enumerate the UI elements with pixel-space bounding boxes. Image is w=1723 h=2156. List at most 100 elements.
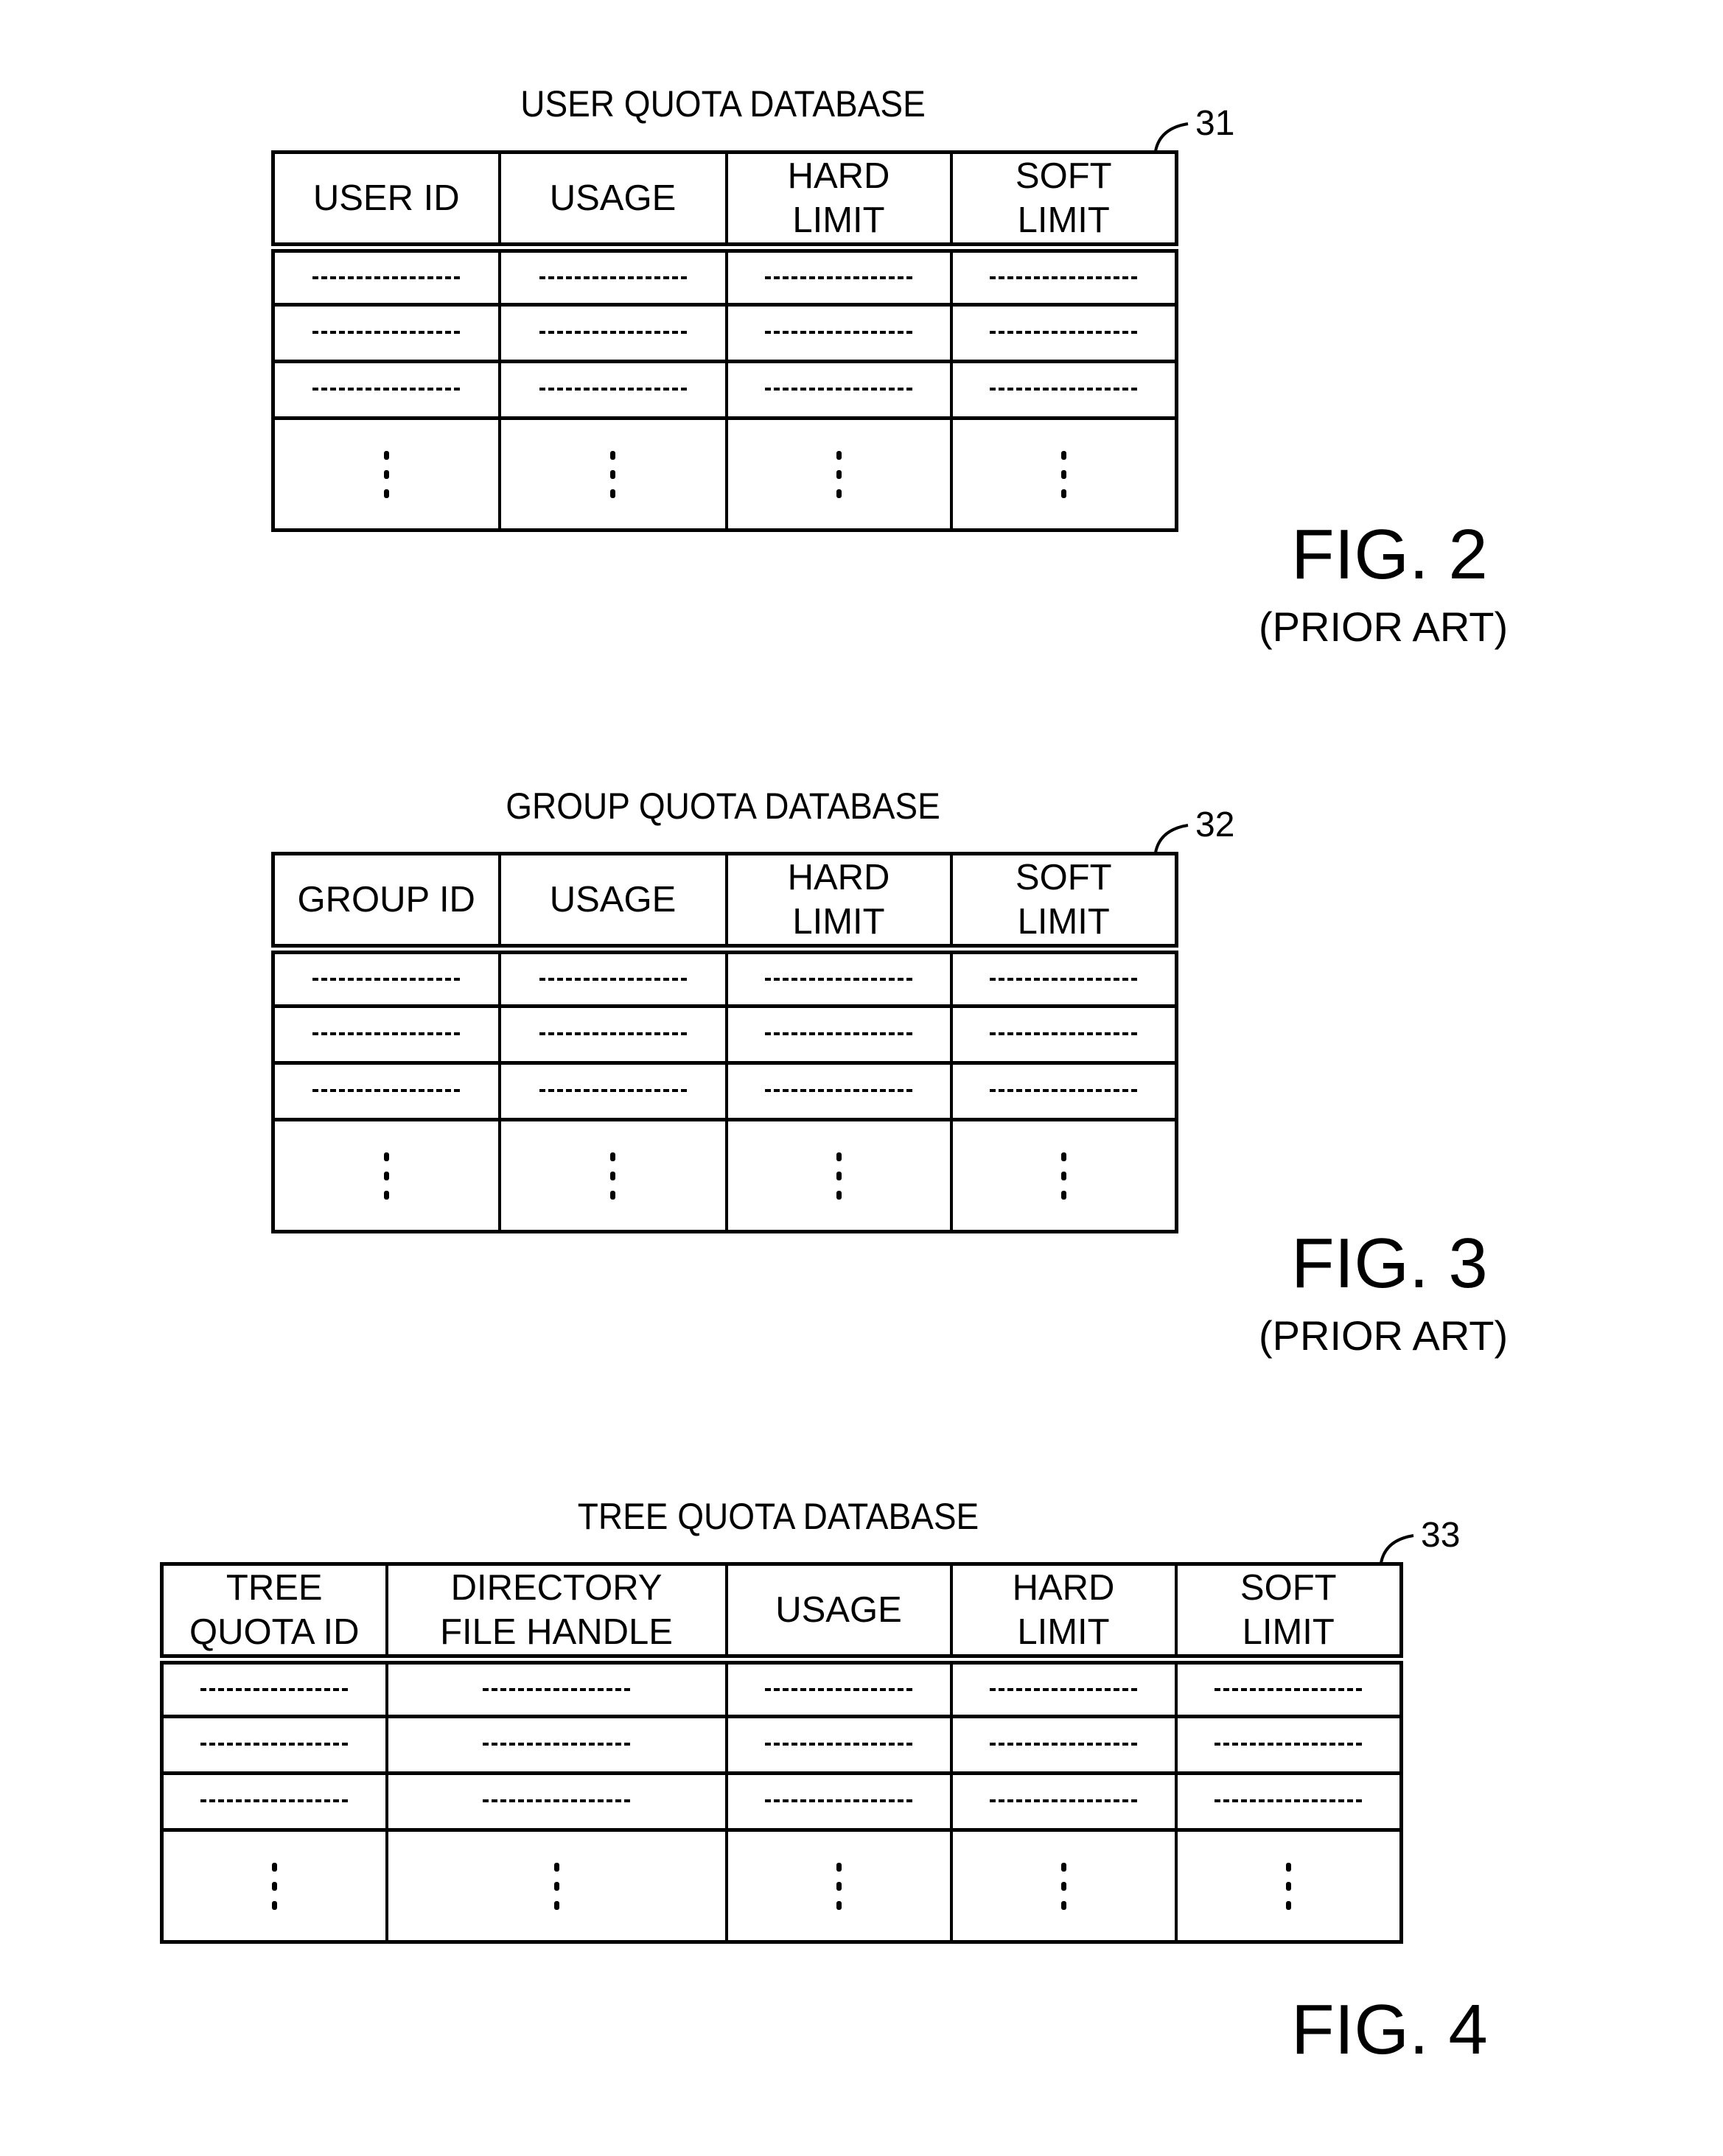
column-header-line2: LIMIT [1017, 1612, 1110, 1652]
ref-leader-33 [1380, 1534, 1414, 1564]
table-row [271, 1063, 1178, 1121]
dashed-placeholder [765, 1089, 912, 1093]
placeholder-cell [724, 1773, 953, 1832]
table-row [271, 949, 1178, 1008]
fig-2-prior-art-note: (PRIOR ART) [1259, 603, 1509, 650]
placeholder-cell [497, 361, 728, 420]
column-header-line1: GROUP ID [297, 880, 475, 920]
placeholder-cell [949, 248, 1178, 307]
ellipsis-row [271, 1119, 1178, 1231]
dashed-placeholder [990, 388, 1138, 391]
table-row [160, 1773, 1403, 1832]
table-row [271, 361, 1178, 420]
placeholder-cell [1174, 1659, 1403, 1718]
dashed-placeholder [990, 977, 1138, 981]
placeholder-cell [271, 361, 501, 420]
placeholder-cell [949, 1006, 1178, 1065]
column-header: SOFT LIMIT [1174, 1564, 1403, 1665]
placeholder-cell [497, 1006, 728, 1065]
column-header: USAGE [497, 853, 728, 954]
vertical-ellipsis-icon [610, 1152, 615, 1200]
column-header-line2: LIMIT [1017, 200, 1110, 240]
dashed-placeholder [990, 1799, 1137, 1803]
dashed-placeholder [483, 1687, 630, 1691]
column-header-line1: HARD [787, 156, 890, 196]
placeholder-cell [949, 1659, 1178, 1718]
dashed-placeholder [765, 977, 912, 981]
vertical-ellipsis-icon [553, 1862, 559, 1910]
placeholder-cell [724, 949, 953, 1008]
ellipsis-cell [724, 1830, 953, 1942]
dashed-placeholder [200, 1743, 349, 1746]
placeholder-cell [949, 361, 1178, 420]
table-row [160, 1659, 1403, 1718]
column-header-line1: HARD [787, 858, 890, 897]
placeholder-cell [497, 248, 728, 307]
placeholder-cell [497, 1063, 728, 1121]
column-header-line1: USAGE [549, 178, 677, 218]
placeholder-cell [724, 304, 953, 363]
placeholder-cell [949, 1716, 1178, 1775]
column-header-line2: LIMIT [1242, 1612, 1335, 1652]
fig-2-label: FIG. 2 [1291, 515, 1488, 594]
header-row: USER ID USAGE HARD LIMIT SOFT LIMIT [271, 152, 1178, 253]
fig-3-label: FIG. 3 [1291, 1224, 1488, 1303]
ellipsis-cell [724, 1119, 953, 1231]
column-header-line1: HARD [1012, 1568, 1115, 1608]
column-header-line2: LIMIT [792, 902, 885, 942]
placeholder-cell [271, 248, 501, 307]
column-header: HARD LIMIT [724, 853, 953, 954]
dashed-placeholder [539, 1089, 687, 1093]
ref-leader-32 [1154, 824, 1189, 853]
fig-3-prior-art-note: (PRIOR ART) [1259, 1312, 1509, 1359]
placeholder-cell [724, 361, 953, 420]
column-header-line2: QUOTA ID [189, 1612, 360, 1652]
dashed-placeholder [539, 977, 687, 981]
dashed-placeholder [990, 1687, 1137, 1691]
ellipsis-cell [160, 1830, 388, 1942]
dashed-placeholder [483, 1799, 630, 1803]
ref-number-33: 33 [1421, 1516, 1461, 1555]
group-quota-database-title: GROUP QUOTA DATABASE [506, 785, 940, 827]
header-row: GROUP ID USAGE HARD LIMIT SOFT LIMIT [271, 853, 1178, 954]
dashed-placeholder [539, 276, 687, 279]
column-header-line1: SOFT [1015, 156, 1112, 196]
dashed-placeholder [200, 1799, 349, 1803]
placeholder-cell [1174, 1773, 1403, 1832]
column-header-line1: SOFT [1240, 1568, 1337, 1608]
ellipsis-cell [271, 1119, 501, 1231]
placeholder-cell [271, 304, 501, 363]
column-header: SOFT LIMIT [949, 152, 1178, 253]
user-quota-table: USER ID USAGE HARD LIMIT SOFT LIMIT [271, 150, 1178, 532]
column-header: USAGE [724, 1564, 953, 1665]
vertical-ellipsis-icon [836, 1862, 842, 1910]
placeholder-cell [724, 1716, 953, 1775]
ellipsis-cell [949, 1830, 1178, 1942]
placeholder-cell [271, 1063, 501, 1121]
ellipsis-cell [724, 418, 953, 530]
column-header-line1: USAGE [775, 1590, 902, 1630]
vertical-ellipsis-icon [383, 1152, 389, 1200]
vertical-ellipsis-icon [1060, 450, 1066, 498]
dashed-placeholder [765, 331, 912, 335]
dashed-placeholder [200, 1687, 349, 1691]
dashed-placeholder [765, 276, 912, 279]
placeholder-cell [160, 1773, 388, 1832]
placeholder-cell [949, 1773, 1178, 1832]
dashed-placeholder [312, 1032, 461, 1036]
ref-number-32: 32 [1195, 805, 1235, 844]
placeholder-cell [949, 1063, 1178, 1121]
ellipsis-cell [271, 418, 501, 530]
dashed-placeholder [765, 1687, 912, 1691]
dashed-placeholder [990, 1089, 1138, 1093]
column-header: GROUP ID [271, 853, 501, 954]
column-header-line1: USAGE [549, 880, 677, 920]
table-row [160, 1716, 1403, 1775]
tree-quota-table: TREE QUOTA ID DIRECTORY FILE HANDLE USAGE HAR… [160, 1562, 1403, 1944]
column-header: HARD LIMIT [949, 1564, 1178, 1665]
vertical-ellipsis-icon [836, 1152, 842, 1200]
column-header-line2: LIMIT [1017, 902, 1110, 942]
column-header-line1: USER ID [312, 178, 460, 218]
dashed-placeholder [312, 977, 461, 981]
dashed-placeholder [312, 331, 461, 335]
